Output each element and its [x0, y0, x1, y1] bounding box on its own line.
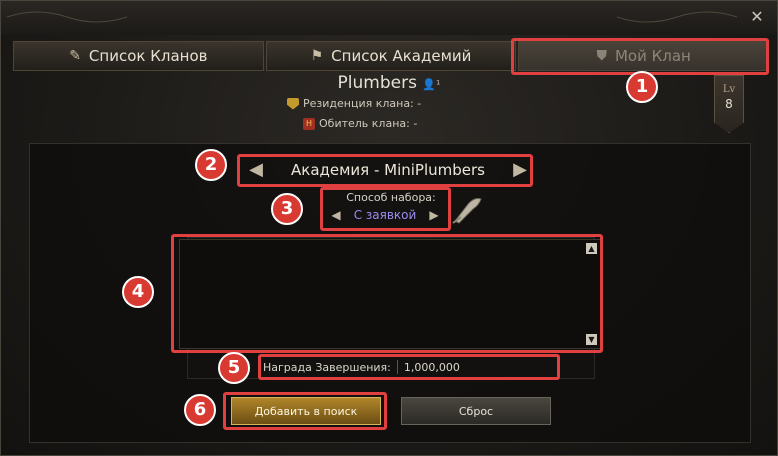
- level-label: Lv: [722, 84, 736, 95]
- highlight-box-4: [171, 234, 603, 353]
- residence-label: Резиденция клана: -: [303, 97, 422, 110]
- highlight-box-3: [320, 187, 451, 231]
- quill-edit-icon[interactable]: [451, 195, 483, 225]
- highlight-box-6: [223, 392, 387, 430]
- member-count: ¹: [436, 78, 441, 91]
- hall-icon: H: [303, 117, 315, 130]
- callout-badge-2: 2: [195, 149, 227, 181]
- clan-name-text: Plumbers: [337, 73, 417, 93]
- clan-hall: H Обитель клана: -: [303, 117, 417, 130]
- title-bar: ✕: [1, 1, 777, 35]
- residence-icon: [287, 97, 299, 110]
- clan-residence: Резиденция клана: -: [287, 97, 421, 110]
- academy-icon: ⚑: [310, 48, 324, 64]
- clan-level-badge: Lv 8: [714, 75, 744, 133]
- level-value: 8: [725, 97, 733, 111]
- clan-name: Plumbers 👤¹: [1, 73, 777, 93]
- tab-clan-list[interactable]: ✎ Список Кланов: [13, 41, 264, 71]
- callout-badge-4: 4: [122, 276, 154, 308]
- hall-label: Обитель клана: -: [319, 117, 418, 130]
- tab-label: Список Академий: [331, 47, 472, 65]
- callout-badge-5: 5: [218, 352, 250, 384]
- ornament-left-icon: [7, 11, 127, 23]
- highlight-box-2: [237, 154, 533, 187]
- tab-label: Список Кланов: [88, 47, 208, 65]
- callout-badge-3: 3: [271, 193, 303, 225]
- ornament-right-icon: [617, 11, 737, 23]
- member-icon: 👤: [422, 78, 437, 91]
- clan-academy-window: ✕ ✎ Список Кланов ⚑ Список Академий ⛊ Мо…: [0, 0, 778, 456]
- close-icon[interactable]: ✕: [747, 7, 767, 27]
- scroll-icon: ✎: [69, 48, 81, 64]
- highlight-box-5: [258, 354, 560, 380]
- callout-badge-1: 1: [626, 71, 658, 103]
- callout-badge-6: 6: [184, 394, 216, 426]
- reset-button[interactable]: Сброс: [401, 397, 551, 425]
- tab-academy-list[interactable]: ⚑ Список Академий: [265, 41, 517, 71]
- highlight-box-1: [511, 38, 769, 75]
